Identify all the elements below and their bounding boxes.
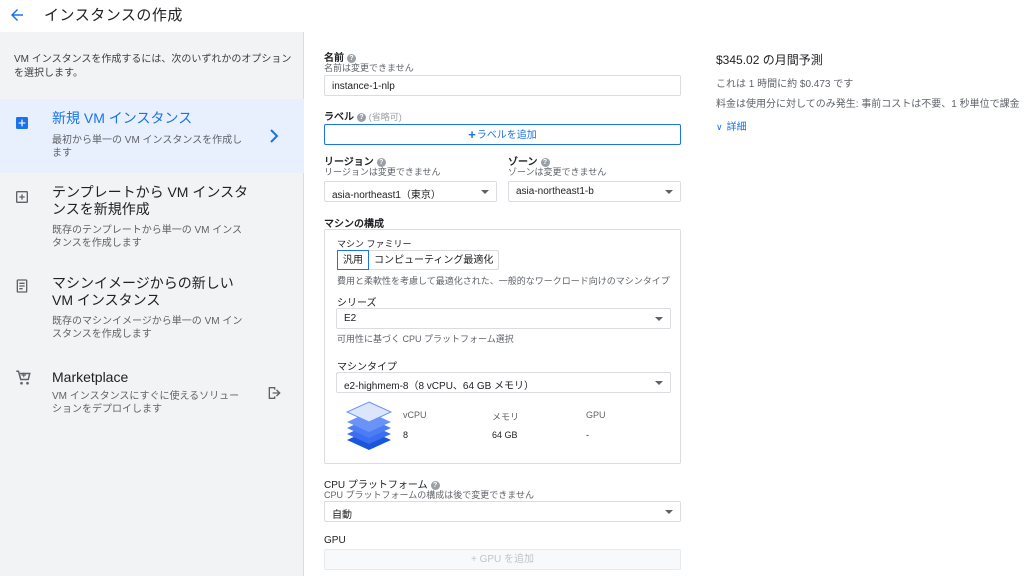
labels-label: ラベル? (省略可) <box>324 112 402 123</box>
option-marketplace[interactable]: Marketplace VM インスタンスにすぐに使えるソリューションをデプロイ… <box>0 365 304 425</box>
page-title: インスタンスの作成 <box>44 7 183 24</box>
option-desc: VM インスタンスにすぐに使えるソリューションをデプロイします <box>52 391 240 415</box>
series-sub: 可用性に基づく CPU プラットフォーム選択 <box>337 334 514 344</box>
tab-compute-optimized[interactable]: コンピューティング最適化 <box>369 251 498 269</box>
option-desc: 既存のテンプレートから単一の VM インスタンスを作成します <box>52 225 243 249</box>
plus-icon: + <box>470 554 480 565</box>
dropdown-arrow-icon <box>481 190 489 194</box>
option-desc: 最初から単一の VM インスタンスを作成します <box>52 135 243 159</box>
spec-value-vcpu: 8 <box>403 430 409 440</box>
series-select[interactable]: E2 <box>336 308 671 329</box>
cart-icon <box>16 370 31 385</box>
spec-header-memory: メモリ <box>492 412 520 422</box>
option-title: テンプレートから VM インスタンスを新規作成 <box>52 184 249 217</box>
gpu-label: GPU <box>324 535 346 546</box>
cpu-platform-select[interactable]: 自動 <box>324 501 681 522</box>
tab-general-purpose[interactable]: 汎用 <box>337 250 369 270</box>
machine-type-select[interactable]: e2-highmem-8（8 vCPU、64 GB メモリ） <box>336 372 671 393</box>
open-external-icon[interactable] <box>266 385 282 401</box>
machine-config-box: マシン ファミリー 汎用 コンピューティング最適化 費用と柔軟性を考慮して最適化… <box>324 229 681 464</box>
dropdown-arrow-icon <box>665 190 673 194</box>
machine-family-desc: 費用と柔軟性を考慮して最適化された、一般的なワークロード向けのマシンタイプ <box>337 276 670 286</box>
region-sub: リージョンは変更できません <box>324 167 441 177</box>
option-from-template[interactable]: テンプレートから VM インスタンスを新規作成 既存のテンプレートから単一の V… <box>0 181 304 261</box>
machine-family-tabs: 汎用 コンピューティング最適化 <box>337 250 500 270</box>
top-bar: インスタンスの作成 <box>0 0 1024 30</box>
machine-family-label: マシン ファミリー <box>337 239 412 249</box>
sidebar-intro: VM インスタンスを作成するには、次のいずれかのオプションを選択します。 <box>14 54 292 79</box>
dropdown-arrow-icon <box>655 317 663 321</box>
plus-icon: + <box>468 127 476 142</box>
details-link[interactable]: ∨ 詳細 <box>716 118 747 133</box>
spec-value-gpu: - <box>586 430 589 440</box>
machine-image-icon <box>16 279 28 293</box>
option-desc: 既存のマシンイメージから単一の VM インスタンスを作成します <box>52 316 243 340</box>
cpu-platform-sub: CPU プラットフォームの構成は後で変更できません <box>324 490 534 500</box>
billing-note: 料金は使用分に対してのみ発生: 事前コストは不要、1 秒単位で課金 <box>716 99 1020 110</box>
name-sub: 名前は変更できません <box>324 63 414 73</box>
zone-sub: ゾーンは変更できません <box>508 167 607 177</box>
dropdown-arrow-icon <box>655 381 663 385</box>
machine-config-label: マシンの構成 <box>324 219 384 230</box>
chevron-right-icon <box>270 129 279 143</box>
machine-type-label: マシンタイプ <box>337 362 397 373</box>
region-select[interactable]: asia-northeast1（東京） <box>324 181 497 202</box>
hourly-estimate: これは 1 時間に約 $0.473 です <box>716 79 854 90</box>
spec-header-gpu: GPU <box>586 410 606 420</box>
add-box-icon <box>16 117 28 129</box>
help-icon[interactable]: ? <box>357 112 366 122</box>
template-icon <box>16 191 28 203</box>
name-input[interactable]: instance-1-nlp <box>324 75 681 96</box>
add-gpu-button[interactable]: + GPU を追加 <box>324 549 681 570</box>
creation-options-sidebar: VM インスタンスを作成するには、次のいずれかのオプションを選択します。 新規 … <box>0 32 304 576</box>
expand-more-icon: ∨ <box>716 122 723 132</box>
back-arrow-icon[interactable] <box>8 6 26 24</box>
monthly-estimate: $345.02 の月間予測 <box>716 53 823 67</box>
layers-icon <box>345 401 393 450</box>
add-label-button[interactable]: +ラベルを追加 <box>324 124 681 145</box>
spec-value-memory: 64 GB <box>492 430 518 440</box>
spec-header-vcpu: vCPU <box>403 410 427 420</box>
option-from-machine-image[interactable]: マシンイメージからの新しい VM インスタンス 既存のマシンイメージから単一の … <box>0 272 304 352</box>
zone-select[interactable]: asia-northeast1-b <box>508 181 681 202</box>
dropdown-arrow-icon <box>665 510 673 514</box>
option-title: 新規 VM インスタンス <box>52 110 193 126</box>
series-label: シリーズ <box>337 298 377 309</box>
option-title: Marketplace <box>52 369 129 385</box>
option-new-vm-instance[interactable]: 新規 VM インスタンス 最初から単一の VM インスタンスを作成します <box>0 99 304 173</box>
option-title: マシンイメージからの新しい VM インスタンス <box>52 275 234 308</box>
